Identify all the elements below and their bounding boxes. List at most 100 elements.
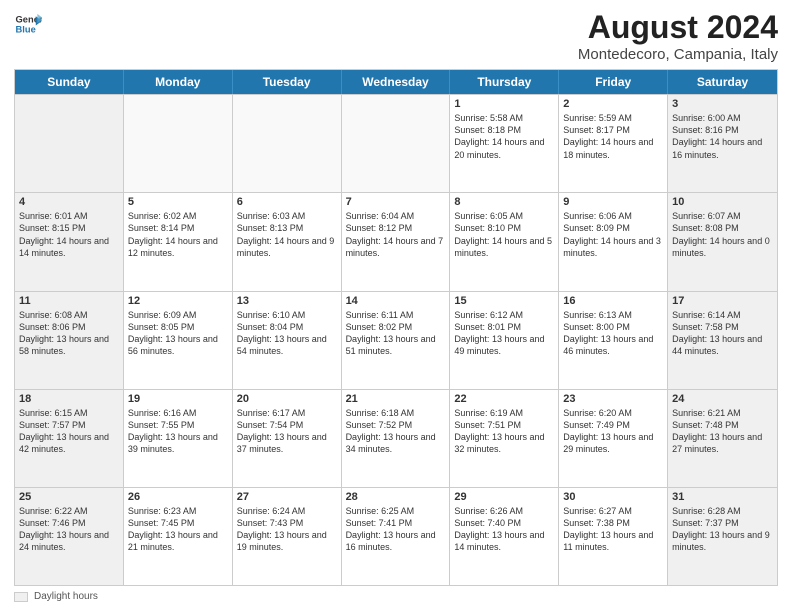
cal-cell: 20 Sunrise: 6:17 AM Sunset: 7:54 PM Dayli… — [233, 390, 342, 487]
cal-cell: 7 Sunrise: 6:04 AM Sunset: 8:12 PM Daylig… — [342, 193, 451, 290]
day-number: 16 — [563, 295, 663, 307]
day-number: 22 — [454, 393, 554, 405]
cal-week-1: 1 Sunrise: 5:58 AM Sunset: 8:18 PM Daylig… — [15, 94, 777, 192]
cal-cell: 17 Sunrise: 6:14 AM Sunset: 7:58 PM Dayli… — [668, 292, 777, 389]
cal-cell: 27Sunrise: 6:24 AM Sunset: 7:43 PM Dayli… — [233, 488, 342, 585]
cell-info: Sunrise: 6:07 AM Sunset: 8:08 PM Dayligh… — [672, 210, 773, 259]
cell-info: Sunrise: 6:28 AM Sunset: 7:37 PM Dayligh… — [672, 505, 773, 554]
svg-text:Blue: Blue — [16, 25, 36, 35]
cell-info: Sunrise: 6:00 AM Sunset: 8:16 PM Dayligh… — [672, 112, 773, 161]
calendar: SundayMondayTuesdayWednesdayThursdayFrid… — [14, 69, 778, 586]
cal-cell — [233, 95, 342, 192]
cell-info: Sunrise: 6:21 AM Sunset: 7:48 PM Dayligh… — [672, 407, 773, 456]
cell-info: Sunrise: 6:10 AM Sunset: 8:04 PM Dayligh… — [237, 309, 337, 358]
cal-header-monday: Monday — [124, 70, 233, 94]
day-number: 1 — [454, 98, 554, 110]
cal-cell: 29 Sunrise: 6:26 AM Sunset: 7:40 PM Dayli… — [450, 488, 559, 585]
cal-cell: 11Sunrise: 6:08 AM Sunset: 8:06 PM Dayli… — [15, 292, 124, 389]
day-number: 25 — [19, 491, 119, 503]
cell-info: Sunrise: 5:58 AM Sunset: 8:18 PM Dayligh… — [454, 112, 554, 161]
day-number: 29 — [454, 491, 554, 503]
day-number: 20 — [237, 393, 337, 405]
cal-cell — [342, 95, 451, 192]
daylight-box-icon — [14, 592, 28, 602]
day-number: 23 — [563, 393, 663, 405]
day-number: 24 — [672, 393, 773, 405]
cal-header-wednesday: Wednesday — [342, 70, 451, 94]
cell-info: Sunrise: 5:59 AM Sunset: 8:17 PM Dayligh… — [563, 112, 663, 161]
day-number: 31 — [672, 491, 773, 503]
cell-info: Sunrise: 6:20 AM Sunset: 7:49 PM Dayligh… — [563, 407, 663, 456]
day-number: 19 — [128, 393, 228, 405]
daylight-label: Daylight hours — [34, 591, 98, 602]
day-number: 3 — [672, 98, 773, 110]
cal-cell: 25 Sunrise: 6:22 AM Sunset: 7:46 PM Dayli… — [15, 488, 124, 585]
cal-cell: 3 Sunrise: 6:00 AM Sunset: 8:16 PM Daylig… — [668, 95, 777, 192]
day-number: 13 — [237, 295, 337, 307]
day-number: 5 — [128, 196, 228, 208]
cell-info: Sunrise: 6:04 AM Sunset: 8:12 PM Dayligh… — [346, 210, 446, 259]
cell-info: Sunrise: 6:01 AM Sunset: 8:15 PM Dayligh… — [19, 210, 119, 259]
cal-header-tuesday: Tuesday — [233, 70, 342, 94]
day-number: 10 — [672, 196, 773, 208]
cal-cell: 21Sunrise: 6:18 AM Sunset: 7:52 PM Dayli… — [342, 390, 451, 487]
cell-info: Sunrise: 6:06 AM Sunset: 8:09 PM Dayligh… — [563, 210, 663, 259]
day-number: 2 — [563, 98, 663, 110]
cell-info: Sunrise: 6:16 AM Sunset: 7:55 PM Dayligh… — [128, 407, 228, 456]
cal-cell: 6Sunrise: 6:03 AM Sunset: 8:13 PM Daylig… — [233, 193, 342, 290]
logo: General Blue — [14, 10, 42, 38]
title-block: August 2024 Montedecoro, Campania, Italy — [578, 10, 778, 63]
cal-cell: 28Sunrise: 6:25 AM Sunset: 7:41 PM Dayli… — [342, 488, 451, 585]
cell-info: Sunrise: 6:08 AM Sunset: 8:06 PM Dayligh… — [19, 309, 119, 358]
cell-info: Sunrise: 6:02 AM Sunset: 8:14 PM Dayligh… — [128, 210, 228, 259]
header: General Blue August 2024 Montedecoro, Ca… — [14, 10, 778, 63]
day-number: 4 — [19, 196, 119, 208]
calendar-body: 1 Sunrise: 5:58 AM Sunset: 8:18 PM Daylig… — [15, 94, 777, 585]
cal-cell: 30Sunrise: 6:27 AM Sunset: 7:38 PM Dayli… — [559, 488, 668, 585]
cell-info: Sunrise: 6:12 AM Sunset: 8:01 PM Dayligh… — [454, 309, 554, 358]
day-number: 9 — [563, 196, 663, 208]
cell-info: Sunrise: 6:05 AM Sunset: 8:10 PM Dayligh… — [454, 210, 554, 259]
cal-cell: 2 Sunrise: 5:59 AM Sunset: 8:17 PM Daylig… — [559, 95, 668, 192]
cal-cell: 10 Sunrise: 6:07 AM Sunset: 8:08 PM Dayli… — [668, 193, 777, 290]
cal-cell: 31 Sunrise: 6:28 AM Sunset: 7:37 PM Dayli… — [668, 488, 777, 585]
cell-info: Sunrise: 6:14 AM Sunset: 7:58 PM Dayligh… — [672, 309, 773, 358]
cal-cell: 14Sunrise: 6:11 AM Sunset: 8:02 PM Dayli… — [342, 292, 451, 389]
footer: Daylight hours — [14, 591, 778, 602]
cal-cell: 9 Sunrise: 6:06 AM Sunset: 8:09 PM Daylig… — [559, 193, 668, 290]
cal-week-3: 11Sunrise: 6:08 AM Sunset: 8:06 PM Dayli… — [15, 291, 777, 389]
cell-info: Sunrise: 6:22 AM Sunset: 7:46 PM Dayligh… — [19, 505, 119, 554]
cal-cell: 5 Sunrise: 6:02 AM Sunset: 8:14 PM Daylig… — [124, 193, 233, 290]
day-number: 6 — [237, 196, 337, 208]
cell-info: Sunrise: 6:17 AM Sunset: 7:54 PM Dayligh… — [237, 407, 337, 456]
cell-info: Sunrise: 6:26 AM Sunset: 7:40 PM Dayligh… — [454, 505, 554, 554]
day-number: 12 — [128, 295, 228, 307]
cal-cell: 12 Sunrise: 6:09 AM Sunset: 8:05 PM Dayli… — [124, 292, 233, 389]
cal-cell: 13 Sunrise: 6:10 AM Sunset: 8:04 PM Dayli… — [233, 292, 342, 389]
day-number: 21 — [346, 393, 446, 405]
cal-cell: 22 Sunrise: 6:19 AM Sunset: 7:51 PM Dayli… — [450, 390, 559, 487]
cal-week-5: 25 Sunrise: 6:22 AM Sunset: 7:46 PM Dayli… — [15, 487, 777, 585]
day-number: 7 — [346, 196, 446, 208]
day-number: 14 — [346, 295, 446, 307]
main-title: August 2024 — [578, 10, 778, 45]
day-number: 18 — [19, 393, 119, 405]
cell-info: Sunrise: 6:09 AM Sunset: 8:05 PM Dayligh… — [128, 309, 228, 358]
cell-info: Sunrise: 6:24 AM Sunset: 7:43 PM Dayligh… — [237, 505, 337, 554]
day-number: 28 — [346, 491, 446, 503]
cal-header-saturday: Saturday — [668, 70, 777, 94]
cal-cell: 15Sunrise: 6:12 AM Sunset: 8:01 PM Dayli… — [450, 292, 559, 389]
cal-cell: 19 Sunrise: 6:16 AM Sunset: 7:55 PM Dayli… — [124, 390, 233, 487]
cell-info: Sunrise: 6:13 AM Sunset: 8:00 PM Dayligh… — [563, 309, 663, 358]
day-number: 26 — [128, 491, 228, 503]
cal-cell: 26 Sunrise: 6:23 AM Sunset: 7:45 PM Dayli… — [124, 488, 233, 585]
cal-cell: 16 Sunrise: 6:13 AM Sunset: 8:00 PM Dayli… — [559, 292, 668, 389]
cell-info: Sunrise: 6:23 AM Sunset: 7:45 PM Dayligh… — [128, 505, 228, 554]
cal-cell — [124, 95, 233, 192]
cal-week-4: 18 Sunrise: 6:15 AM Sunset: 7:57 PM Dayli… — [15, 389, 777, 487]
cell-info: Sunrise: 6:19 AM Sunset: 7:51 PM Dayligh… — [454, 407, 554, 456]
page: General Blue August 2024 Montedecoro, Ca… — [0, 0, 792, 612]
cell-info: Sunrise: 6:15 AM Sunset: 7:57 PM Dayligh… — [19, 407, 119, 456]
cal-cell: 18 Sunrise: 6:15 AM Sunset: 7:57 PM Dayli… — [15, 390, 124, 487]
day-number: 17 — [672, 295, 773, 307]
